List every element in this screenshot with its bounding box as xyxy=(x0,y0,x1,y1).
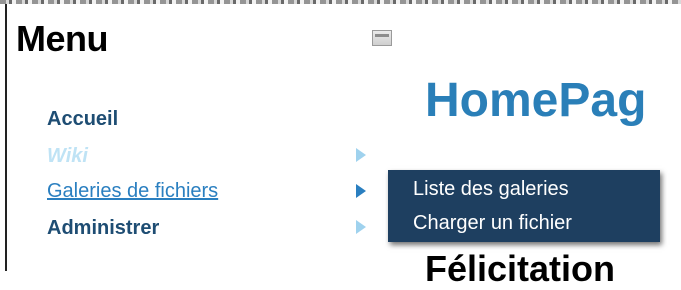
page-heading: Félicitation xyxy=(425,248,616,289)
left-border xyxy=(5,4,7,271)
top-border xyxy=(0,0,681,4)
page-title: HomePag xyxy=(425,74,647,127)
nav-item-galeries[interactable]: Galeries de fichiers xyxy=(47,177,218,205)
arrow-right-icon[interactable] xyxy=(356,220,366,234)
arrow-right-icon[interactable] xyxy=(356,148,366,162)
submenu-popup: Liste des galeries Charger un fichier xyxy=(388,170,660,242)
nav-item-accueil[interactable]: Accueil xyxy=(47,105,118,133)
menu-title: Menu xyxy=(16,18,109,59)
nav-item-administrer[interactable]: Administrer xyxy=(47,214,159,242)
submenu-item-charger[interactable]: Charger un fichier xyxy=(413,212,572,235)
toggle-icon[interactable] xyxy=(372,30,392,46)
submenu-item-liste[interactable]: Liste des galeries xyxy=(413,178,569,201)
nav-item-wiki[interactable]: Wiki xyxy=(47,142,88,170)
arrow-right-icon[interactable] xyxy=(356,184,366,198)
